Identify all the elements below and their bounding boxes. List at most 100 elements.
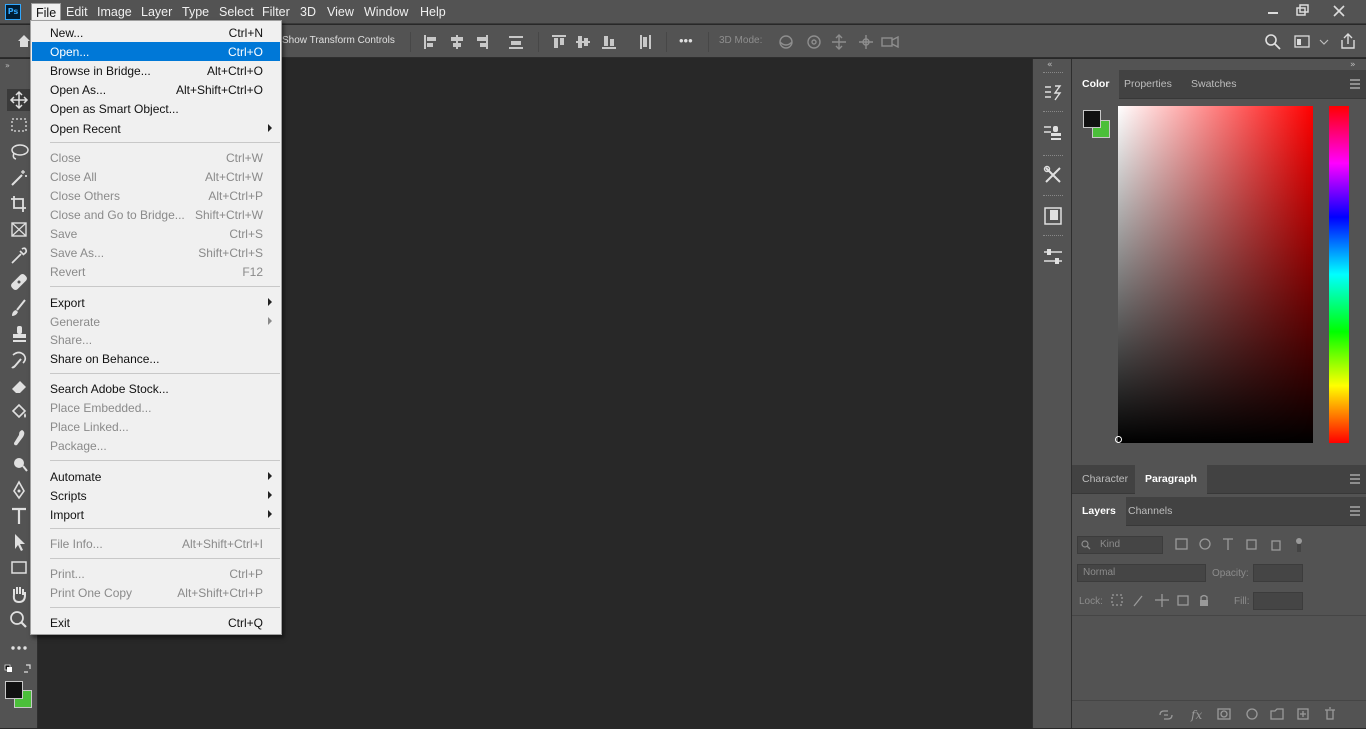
search-icon[interactable]: [1264, 33, 1282, 51]
menu-item-search-adobe-stock[interactable]: Search Adobe Stock...: [32, 379, 280, 398]
menu-item-open-as-smart-object[interactable]: Open as Smart Object...: [32, 99, 280, 118]
eraser-tool-icon[interactable]: [7, 375, 31, 397]
panel-menu-icon[interactable]: [1350, 506, 1360, 516]
hand-tool-icon[interactable]: [7, 583, 31, 605]
pen-tool-icon[interactable]: [7, 479, 31, 501]
tab-paragraph[interactable]: Paragraph: [1135, 465, 1207, 494]
distribute-icons[interactable]: [550, 33, 660, 51]
type-tool-icon[interactable]: [7, 505, 31, 527]
menu-item-place-linked[interactable]: Place Linked...: [32, 417, 280, 436]
collapse-tools-icon[interactable]: »: [5, 61, 10, 70]
tab-channels[interactable]: Channels: [1118, 497, 1182, 526]
close-window-button[interactable]: [1324, 0, 1354, 22]
menu-select[interactable]: Select: [215, 3, 258, 21]
share-icon[interactable]: [1339, 32, 1357, 50]
menu-filter[interactable]: Filter: [258, 3, 294, 21]
menu-item-print-one-copy[interactable]: Print One Copy Alt+Shift+Ctrl+P: [32, 583, 280, 602]
tab-properties[interactable]: Properties: [1114, 70, 1182, 99]
menu-view[interactable]: View: [323, 3, 358, 21]
rectangle-tool-icon[interactable]: [7, 557, 31, 579]
menu-edit[interactable]: Edit: [62, 3, 92, 21]
tab-character[interactable]: Character: [1072, 465, 1138, 494]
history-panel-icon[interactable]: [1041, 81, 1065, 105]
menu-item-generate[interactable]: Generate: [32, 312, 280, 331]
menu-item-new[interactable]: New... Ctrl+N: [32, 23, 280, 42]
align-icons[interactable]: [422, 33, 532, 51]
brush-tool-icon[interactable]: [7, 297, 31, 319]
menu-item-exit[interactable]: Exit Ctrl+Q: [32, 613, 280, 632]
menu-item-close-others[interactable]: Close Others Alt+Ctrl+P: [32, 186, 280, 205]
menu-item-scripts[interactable]: Scripts: [32, 486, 280, 505]
more-options-icon[interactable]: •••: [679, 33, 693, 48]
path-selection-tool-icon[interactable]: [7, 531, 31, 553]
paint-bucket-tool-icon[interactable]: [7, 401, 31, 423]
swap-colors-icon[interactable]: [4, 663, 34, 675]
restore-button[interactable]: [1288, 0, 1318, 22]
menu-item-open-recent[interactable]: Open Recent: [32, 119, 280, 138]
history-brush-tool-icon[interactable]: [7, 349, 31, 371]
frame-tool-icon[interactable]: [7, 219, 31, 241]
menu-layer[interactable]: Layer: [137, 3, 176, 21]
fill-field[interactable]: [1253, 592, 1303, 610]
foreground-color-swatch[interactable]: [5, 681, 23, 699]
menu-3d[interactable]: 3D: [296, 3, 320, 21]
menu-item-export[interactable]: Export: [32, 293, 280, 312]
menu-window[interactable]: Window: [360, 3, 412, 21]
lock-icons[interactable]: [1110, 593, 1210, 609]
clone-stamp-tool-icon[interactable]: [7, 323, 31, 345]
menu-help[interactable]: Help: [416, 3, 450, 21]
3d-mode-icons[interactable]: [776, 33, 906, 51]
healing-brush-tool-icon[interactable]: [7, 271, 31, 293]
libraries-panel-icon[interactable]: [1041, 204, 1065, 228]
menu-file[interactable]: File: [31, 3, 62, 21]
color-field[interactable]: [1115, 106, 1313, 443]
menu-item-share-on-behance[interactable]: Share on Behance...: [32, 349, 280, 368]
menu-item-close-and-go-to-bridge[interactable]: Close and Go to Bridge... Shift+Ctrl+W: [32, 205, 280, 224]
menu-item-automate[interactable]: Automate: [32, 467, 280, 486]
dodge-tool-icon[interactable]: [7, 453, 31, 475]
opacity-field[interactable]: [1253, 564, 1303, 582]
marquee-tool-icon[interactable]: [7, 115, 31, 137]
edit-toolbar-icon[interactable]: [7, 637, 31, 659]
menu-item-save-as[interactable]: Save As... Shift+Ctrl+S: [32, 243, 280, 262]
menu-item-package[interactable]: Package...: [32, 436, 280, 455]
crop-tool-icon[interactable]: [7, 193, 31, 215]
menu-item-revert[interactable]: Revert F12: [32, 262, 280, 281]
menu-item-place-embedded[interactable]: Place Embedded...: [32, 398, 280, 417]
hue-slider[interactable]: [1321, 106, 1349, 491]
menu-item-browse-in-bridge[interactable]: Browse in Bridge... Alt+Ctrl+O: [32, 61, 280, 80]
menu-item-save[interactable]: Save Ctrl+S: [32, 224, 280, 243]
menu-item-close[interactable]: Close Ctrl+W: [32, 148, 280, 167]
quick-selection-tool-icon[interactable]: [7, 167, 31, 189]
adjustments-panel-icon[interactable]: [1041, 245, 1065, 269]
smudge-tool-icon[interactable]: [7, 427, 31, 449]
menu-item-open-as[interactable]: Open As... Alt+Shift+Ctrl+O: [32, 80, 280, 99]
menu-item-file-info[interactable]: File Info... Alt+Shift+Ctrl+I: [32, 534, 280, 553]
tab-swatches[interactable]: Swatches: [1181, 70, 1247, 99]
panel-menu-icon[interactable]: [1350, 79, 1360, 89]
minimize-button[interactable]: [1258, 0, 1288, 22]
panel-menu-icon[interactable]: [1350, 474, 1360, 484]
show-transform-controls-label[interactable]: Show Transform Controls: [282, 35, 395, 46]
zoom-tool-icon[interactable]: [7, 609, 31, 631]
eyedropper-tool-icon[interactable]: [7, 245, 31, 267]
tool-presets-panel-icon[interactable]: [1041, 163, 1065, 187]
menu-type[interactable]: Type: [178, 3, 213, 21]
tab-color[interactable]: Color: [1072, 70, 1120, 99]
menu-item-import[interactable]: Import: [32, 505, 280, 524]
workspace-icon[interactable]: [1294, 34, 1330, 50]
menu-item-share[interactable]: Share...: [32, 330, 280, 349]
layer-filter-icons[interactable]: [1175, 537, 1305, 553]
clone-source-panel-icon[interactable]: [1041, 121, 1065, 145]
menu-image[interactable]: Image: [93, 3, 136, 21]
menu-item-open[interactable]: Open... Ctrl+O: [32, 42, 280, 61]
blend-mode-select[interactable]: Normal: [1077, 564, 1206, 582]
panel-foreground-color-swatch[interactable]: [1083, 110, 1101, 128]
menu-item-print[interactable]: Print... Ctrl+P: [32, 564, 280, 583]
expand-panels-icon[interactable]: »: [1350, 60, 1356, 70]
color-picker-handle[interactable]: [1115, 436, 1122, 443]
menu-item-close-all[interactable]: Close All Alt+Ctrl+W: [32, 167, 280, 186]
lasso-tool-icon[interactable]: [7, 141, 31, 163]
move-tool-icon[interactable]: [7, 89, 31, 111]
collapse-strip-icon[interactable]: «: [1047, 60, 1053, 70]
